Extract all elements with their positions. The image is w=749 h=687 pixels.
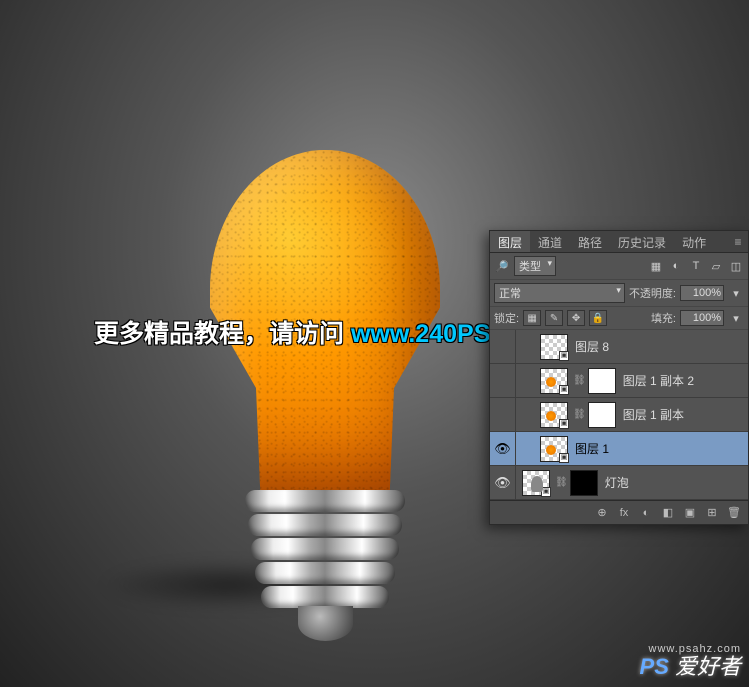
layer-thumbnail[interactable]: ▣ — [540, 368, 568, 394]
smart-object-badge-icon: ▣ — [559, 351, 569, 361]
link-layers-button[interactable]: ⊕ — [594, 506, 610, 519]
panel-menu-button[interactable]: ≡ — [728, 231, 748, 252]
smart-object-badge-icon: ▣ — [541, 487, 551, 497]
tab-layers[interactable]: 图层 — [490, 231, 530, 252]
corner-logo-text: 爱好者 — [669, 654, 741, 679]
smart-object-badge-icon: ▣ — [559, 419, 569, 429]
composite-artwork — [200, 150, 450, 600]
layer-name-label[interactable]: 图层 8 — [575, 338, 609, 355]
blend-row: 正常 不透明度: ▾ — [490, 280, 748, 307]
layer-fx-button[interactable]: fx — [616, 507, 632, 519]
layer-row[interactable]: ▣ ⛓ 图层 1 副本 2 — [490, 364, 748, 398]
fill-input[interactable] — [680, 310, 724, 326]
visibility-toggle[interactable] — [490, 398, 516, 431]
layer-row[interactable]: 👁 ▣ ⛓ 灯泡 — [490, 466, 748, 500]
lock-transparent-button[interactable]: ▦ — [523, 310, 541, 326]
tab-channels[interactable]: 通道 — [530, 231, 570, 252]
layer-name-label[interactable]: 图层 1 副本 — [623, 406, 684, 423]
corner-logo: PS 爱好者 — [640, 649, 741, 681]
layer-thumbnail[interactable]: ▣ — [540, 436, 568, 462]
filter-pixel-icon[interactable]: ▦ — [648, 258, 664, 274]
fill-label: 填充: — [651, 310, 676, 326]
add-adjustment-button[interactable]: ◧ — [660, 506, 676, 519]
layer-content: ▣ ⛓ 图层 1 副本 2 — [516, 368, 694, 394]
tab-history[interactable]: 历史记录 — [610, 231, 674, 252]
layer-thumbnail[interactable] — [588, 368, 616, 394]
visibility-toggle[interactable] — [490, 330, 516, 363]
layer-thumbnail[interactable]: ▣ — [522, 470, 550, 496]
watermark-text: 更多精品教程，请访问 www.240PS.com — [94, 314, 549, 350]
lock-row: 锁定: ▦ ✎ ✥ 🔒 填充: ▾ — [490, 307, 748, 330]
corner-logo-ps: PS — [640, 654, 669, 679]
layer-thumbnail[interactable]: ▣ — [540, 334, 568, 360]
visibility-toggle[interactable] — [490, 364, 516, 397]
lock-position-button[interactable]: ✥ — [567, 310, 585, 326]
new-group-button[interactable]: ▣ — [682, 506, 698, 519]
smart-object-badge-icon: ▣ — [559, 453, 569, 463]
layer-thumbnail[interactable] — [588, 402, 616, 428]
mask-link-icon[interactable]: ⛓ — [555, 477, 568, 488]
lock-all-button[interactable]: 🔒 — [589, 310, 607, 326]
filter-kind-select[interactable]: 类型 — [514, 256, 556, 276]
layer-thumbnail[interactable]: ▣ — [540, 402, 568, 428]
layers-panel: 图层 通道 路径 历史记录 动作 ≡ 🔎 类型 ▦ ◐ T ▱ ◫ 正常 不透明… — [489, 230, 749, 525]
layer-content: ▣ ⛓ 灯泡 — [516, 470, 629, 496]
new-layer-button[interactable]: ⊞ — [704, 506, 720, 519]
panel-footer: ⊕ fx ◐ ◧ ▣ ⊞ 🗑 — [490, 500, 748, 524]
layer-row[interactable]: 👁 ▣ 图层 1 — [490, 432, 748, 466]
lock-label: 锁定: — [494, 310, 519, 326]
visibility-toggle[interactable]: 👁 — [490, 432, 516, 465]
layer-name-label[interactable]: 灯泡 — [605, 474, 629, 491]
watermark-prefix: 更多精品教程，请访问 — [94, 320, 351, 348]
add-mask-button[interactable]: ◐ — [638, 507, 654, 519]
smart-object-badge-icon: ▣ — [559, 385, 569, 395]
layer-thumbnail[interactable] — [570, 470, 598, 496]
search-kind-icon: 🔎 — [494, 258, 510, 274]
opacity-input[interactable] — [680, 285, 724, 301]
layers-list: ▣ 图层 8 ▣ ⛓ 图层 1 副本 2 ▣ ⛓ 图层 1 副本 👁 ▣ 图层 1 👁 ▣ ⛓ 灯泡 — [490, 330, 748, 500]
tab-paths[interactable]: 路径 — [570, 231, 610, 252]
lock-pixels-button[interactable]: ✎ — [545, 310, 563, 326]
layer-row[interactable]: ▣ ⛓ 图层 1 副本 — [490, 398, 748, 432]
filter-row: 🔎 类型 ▦ ◐ T ▱ ◫ — [490, 253, 748, 280]
delete-layer-button[interactable]: 🗑 — [726, 506, 742, 519]
filter-smart-icon[interactable]: ◫ — [728, 258, 744, 274]
layer-name-label[interactable]: 图层 1 — [575, 440, 609, 457]
layer-name-label[interactable]: 图层 1 副本 2 — [623, 372, 694, 389]
blend-mode-select[interactable]: 正常 — [494, 283, 625, 303]
layer-content: ▣ 图层 8 — [516, 334, 609, 360]
layer-content: ▣ 图层 1 — [516, 436, 609, 462]
layer-content: ▣ ⛓ 图层 1 副本 — [516, 402, 684, 428]
visibility-toggle[interactable]: 👁 — [490, 466, 516, 499]
filter-shape-icon[interactable]: ▱ — [708, 258, 724, 274]
mask-link-icon[interactable]: ⛓ — [573, 409, 586, 420]
filter-type-icon[interactable]: T — [688, 258, 704, 274]
panel-tabstrip: 图层 通道 路径 历史记录 动作 ≡ — [490, 231, 748, 253]
opacity-label: 不透明度: — [629, 285, 676, 301]
filter-adjust-icon[interactable]: ◐ — [668, 258, 684, 274]
bulb-metal-base — [245, 490, 405, 640]
fill-chevron-icon[interactable]: ▾ — [728, 310, 744, 326]
layer-row[interactable]: ▣ 图层 8 — [490, 330, 748, 364]
tab-actions[interactable]: 动作 — [674, 231, 714, 252]
opacity-chevron-icon[interactable]: ▾ — [728, 285, 744, 301]
mask-link-icon[interactable]: ⛓ — [573, 375, 586, 386]
